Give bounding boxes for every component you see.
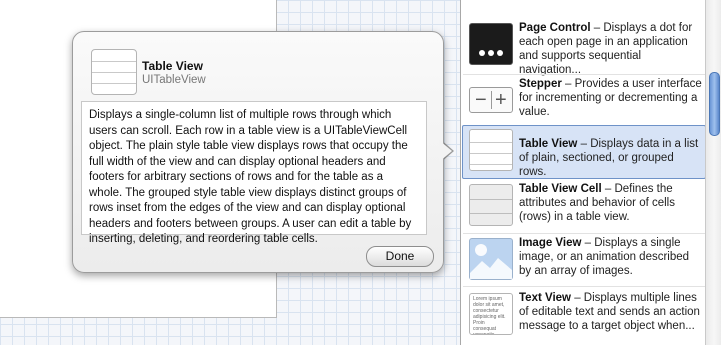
library-item-name: Stepper [519, 78, 562, 90]
popover-arrow-fill [439, 140, 452, 162]
image-view-icon [469, 238, 513, 280]
text-view-icon: Lorem ipsum dolor sit amet, consectetur … [469, 293, 513, 335]
library-item-name: Image View [519, 237, 582, 249]
popover-description: Displays a single-column list of multipl… [81, 101, 427, 245]
library-item-name: Text View [519, 292, 571, 304]
page-control-icon [469, 23, 513, 65]
stepper-minus-icon: − [475, 89, 487, 111]
divider [463, 286, 705, 287]
done-button[interactable]: Done [366, 246, 434, 267]
page-dot [488, 50, 494, 56]
stepper-icon: − + [469, 87, 513, 113]
library-item-table-view[interactable]: Table View – Displays data in a list of … [462, 125, 706, 179]
library-item-stepper[interactable]: − + Stepper – Provides a user interface … [463, 75, 705, 127]
library-item-name: Page Control [519, 22, 591, 34]
table-view-icon [469, 129, 513, 171]
library-item-table-view-cell[interactable]: Table View Cell – Defines the attributes… [463, 180, 705, 232]
object-library: Page Control – Displays a dot for each o… [460, 0, 721, 345]
image-placeholder-icon [470, 244, 512, 279]
page-dot [497, 50, 503, 56]
library-item-name: Table View [519, 138, 578, 150]
text-view-sample-text: Lorem ipsum dolor sit amet, consectetur … [473, 296, 506, 335]
library-item-text: Stepper – Provides a user interface for … [519, 78, 702, 118]
library-item-text-view[interactable]: Lorem ipsum dolor sit amet, consectetur … [463, 289, 705, 341]
library-item-text: Page Control – Displays a dot for each o… [519, 22, 693, 76]
library-scrollbar[interactable] [705, 0, 721, 345]
library-item-text: Image View – Displays a single image, or… [519, 237, 690, 277]
library-item-name: Table View Cell [519, 183, 602, 195]
table-view-cell-icon [469, 184, 513, 226]
table-view-icon [91, 49, 137, 95]
popover-class-name: UITableView [142, 74, 206, 86]
library-item-text: Table View Cell – Defines the attributes… [519, 183, 675, 223]
info-popover: Table View UITableView Displays a single… [72, 31, 444, 273]
stepper-divider [491, 91, 492, 109]
stepper-plus-icon: + [495, 89, 507, 111]
scrollbar-thumb[interactable] [709, 72, 720, 136]
library-item-text: Text View – Displays multiple lines of e… [519, 292, 700, 332]
popover-title: Table View [142, 59, 203, 73]
library-item-text: Table View – Displays data in a list of … [519, 138, 699, 178]
library-item-page-control[interactable]: Page Control – Displays a dot for each o… [463, 19, 705, 76]
page-dot [479, 50, 485, 56]
library-item-image-view[interactable]: Image View – Displays a single image, or… [463, 234, 705, 286]
